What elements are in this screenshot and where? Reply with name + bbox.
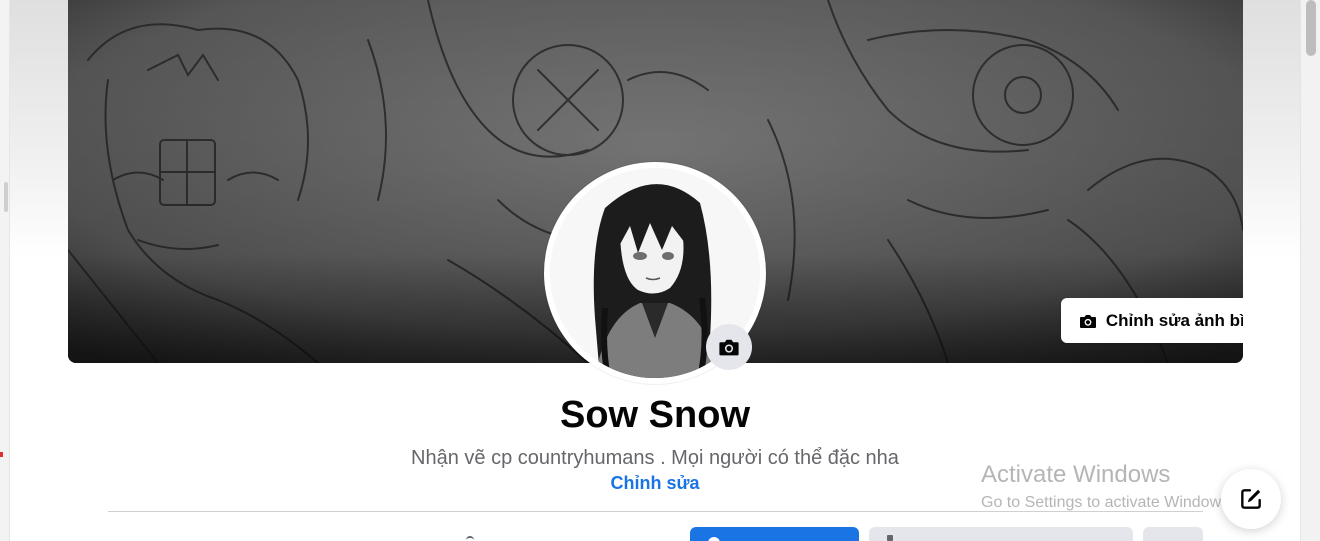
left-edge-marker bbox=[4, 182, 8, 212]
camera-icon bbox=[1078, 311, 1098, 331]
scrollbar-thumb[interactable] bbox=[1306, 0, 1316, 56]
profile-tab-partial[interactable] bbox=[466, 536, 474, 540]
add-to-story-button[interactable] bbox=[690, 527, 859, 541]
pencil-icon bbox=[887, 535, 893, 541]
edit-profile-button[interactable] bbox=[869, 527, 1133, 541]
edit-cover-photo-label: Chỉnh sửa ảnh bìa bbox=[1105, 310, 1243, 330]
windows-activation-subtitle: Go to Settings to activate Windows. bbox=[981, 494, 1234, 511]
more-options-button[interactable] bbox=[1143, 527, 1203, 541]
compose-message-icon bbox=[1241, 489, 1261, 509]
update-profile-picture-button[interactable] bbox=[706, 324, 752, 370]
vertical-scrollbar[interactable] bbox=[1300, 0, 1320, 541]
edit-cover-photo-button[interactable]: Chỉnh sửa ảnh bìa bbox=[1061, 298, 1243, 343]
camera-icon bbox=[719, 339, 739, 356]
plus-icon bbox=[708, 537, 720, 541]
windows-activation-title: Activate Windows bbox=[981, 461, 1171, 488]
profile-name: Sow Snow bbox=[560, 394, 750, 436]
edit-bio-link[interactable]: Chỉnh sửa bbox=[610, 473, 699, 493]
new-message-button[interactable] bbox=[1221, 469, 1281, 529]
